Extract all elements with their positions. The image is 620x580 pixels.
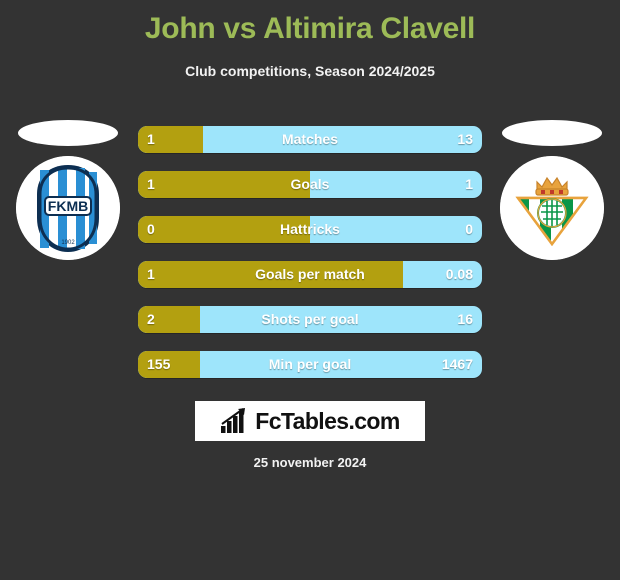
table-row: 1 Goals 1 [138,171,482,198]
fctables-logo[interactable]: FcTables.com [195,401,425,441]
stats-list: 1 Matches 13 1 Goals 1 0 Hattricks 0 1 G… [138,126,482,396]
home-badge-top-ellipse [18,120,118,146]
fkmb-badge-icon: FKMB 1902 [16,156,120,260]
bar-chart-icon [221,408,246,433]
away-badge-oval [500,156,604,260]
away-value: 0.08 [445,266,473,282]
page-title: John vs Altimira Clavell [144,12,476,45]
away-value: 13 [457,131,473,147]
away-value: 1 [465,176,473,192]
date-label: 25 november 2024 [253,455,367,470]
stat-label: Min per goal [268,356,352,372]
stat-label: Goals per match [255,266,365,282]
table-row: 2 Shots per goal 16 [138,306,482,333]
real-betis-badge-icon [500,156,604,260]
svg-text:1902: 1902 [61,240,75,246]
away-badge-top-ellipse [502,120,602,146]
svg-text:FKMB: FKMB [48,198,88,214]
fctables-logo-text: FcTables.com [255,407,400,434]
page-subtitle: Club competitions, Season 2024/2025 [185,63,435,79]
table-row: 1 Matches 13 [138,126,482,153]
stat-label: Shots per goal [261,311,359,327]
stat-label: Goals [290,176,330,192]
home-team-badge: FKMB 1902 [8,120,128,290]
home-badge-oval: FKMB 1902 [16,156,120,260]
away-team-badge [492,120,612,290]
away-value: 0 [465,221,473,237]
away-value: 1467 [441,356,473,372]
table-row: 155 Min per goal 1467 [138,351,482,378]
stat-label: Matches [281,131,339,147]
away-value: 16 [457,311,473,327]
table-row: 1 Goals per match 0.08 [138,261,482,288]
stat-label: Hattricks [280,221,340,237]
table-row: 0 Hattricks 0 [138,216,482,243]
